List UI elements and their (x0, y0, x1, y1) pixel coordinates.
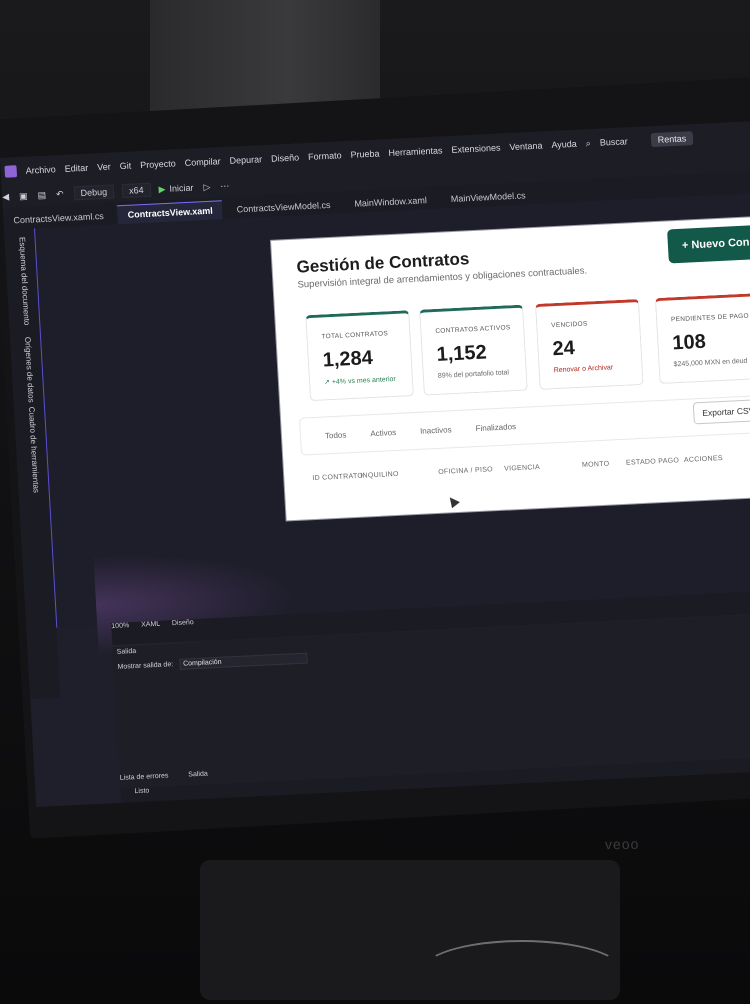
menu-item[interactable]: Extensiones (451, 143, 501, 155)
filter-tab-all[interactable]: Todos (325, 430, 347, 440)
menu-item[interactable]: Editar (64, 163, 88, 174)
kpi-value: 24 (551, 337, 576, 361)
view-tab-xaml[interactable]: XAML (141, 621, 160, 629)
table-header: ID CONTRATO INQUILINO OFICINA / PISO VIG… (302, 452, 750, 493)
menu-item[interactable]: Ayuda (551, 139, 577, 150)
menu-item[interactable]: Depurar (229, 154, 262, 166)
kpi-card-active: CONTRATOS ACTIVOS 1,152 89% del portafol… (419, 304, 528, 396)
run-button[interactable]: Iniciar (169, 183, 194, 194)
kpi-note: Renovar o Archivar (553, 364, 614, 375)
kpi-card-total: TOTAL CONTRATOS 1,284 ↗ +4% vs mes anter… (305, 310, 414, 402)
kpi-note: 89% del portafolio total (437, 369, 510, 380)
run-without-debug-icon[interactable]: ▷ (203, 181, 211, 192)
cable (420, 940, 624, 1004)
menu-item[interactable]: Proyecto (140, 158, 176, 170)
column-header: INQUILINO (360, 470, 399, 480)
kpi-label: VENCIDOS (551, 320, 588, 330)
output-show-label: Mostrar salida de: (117, 661, 174, 671)
platform-dropdown[interactable]: x64 (121, 182, 151, 199)
menu-item[interactable]: Diseño (271, 152, 300, 163)
monitor-brand: veoo (604, 835, 640, 853)
menu-item[interactable]: Git (119, 161, 131, 172)
menu-item[interactable]: Ver (97, 162, 111, 173)
visual-studio-logo-icon (4, 165, 18, 178)
side-panel-data-sources[interactable]: Orígenes de datos (23, 337, 36, 403)
filter-tab-inactive[interactable]: Inactivos (420, 425, 452, 436)
menu-item[interactable]: Prueba (350, 148, 380, 159)
kpi-label: PENDIENTES DE PAGO (670, 312, 750, 324)
output-source-dropdown[interactable]: Compilación (178, 652, 308, 670)
menu-item[interactable]: Archivo (25, 164, 56, 175)
new-contract-button[interactable]: + Nuevo Con (667, 224, 750, 264)
mouse-cursor-icon (445, 494, 460, 509)
column-header: OFICINA / PISO (438, 466, 494, 476)
side-panel-toolbox[interactable]: Cuadro de herramientas (27, 407, 41, 494)
more-icon[interactable]: ⋯ (220, 180, 230, 191)
menu-item[interactable]: Ventana (509, 140, 543, 152)
play-icon[interactable]: ▶ (158, 183, 166, 194)
export-label: Exportar CSV (702, 405, 750, 418)
new-file-icon[interactable]: ▣ (19, 190, 28, 201)
side-panel-document-outline[interactable]: Esquema del documento (17, 237, 31, 326)
kpi-label: TOTAL CONTRATOS (321, 330, 389, 341)
kpi-note: $245,000 MXN en deud (673, 357, 748, 369)
menu-item[interactable]: Formato (308, 150, 342, 162)
filter-tab-active[interactable]: Activos (370, 427, 396, 437)
column-header: VIGENCIA (503, 463, 541, 473)
column-header: ACCIONES (683, 455, 724, 464)
kpi-note: ↗ +4% vs mes anterior (323, 375, 396, 387)
solution-badge: Rentas (650, 131, 694, 148)
save-icon[interactable]: ▤ (37, 189, 46, 200)
column-header: ID CONTRATO (312, 472, 364, 483)
kpi-label: CONTRATOS ACTIVOS (435, 324, 511, 335)
menu-item[interactable]: Herramientas (388, 145, 443, 158)
monitor-screen: Archivo Editar Ver Git Proyecto Compilar… (0, 120, 750, 807)
filter-tab-finished[interactable]: Finalizados (475, 422, 516, 433)
undo-icon[interactable]: ↶ (56, 188, 64, 199)
view-tab-design[interactable]: Diseño (172, 619, 194, 627)
back-icon[interactable]: ◀ (2, 191, 10, 202)
kpi-value: 1,284 (322, 347, 374, 372)
column-header: MONTO (581, 460, 610, 469)
menu-item[interactable]: Compilar (184, 156, 221, 168)
search-icon[interactable]: ⌕ (585, 138, 591, 149)
kpi-value: 108 (671, 330, 707, 355)
tab-output[interactable]: Salida (188, 771, 208, 779)
kpi-card-pending: PENDIENTES DE PAGO 108 $245,000 MXN en d… (654, 291, 750, 385)
search-label[interactable]: Buscar (600, 136, 629, 147)
status-text: Listo (134, 787, 150, 796)
zoom-level[interactable]: 100% (111, 622, 129, 630)
filter-bar: Todos Activos Inactivos Finalizados (298, 394, 750, 456)
xaml-design-preview: Gestión de Contratos Supervisión integra… (271, 216, 750, 521)
export-csv-button[interactable]: Exportar CSV (692, 398, 750, 425)
column-header: ESTADO PAGO (625, 457, 680, 467)
config-dropdown[interactable]: Debug (73, 184, 115, 201)
kpi-value: 1,152 (436, 341, 488, 366)
kpi-card-expired: VENCIDOS 24 Renovar o Archivar (534, 298, 644, 390)
